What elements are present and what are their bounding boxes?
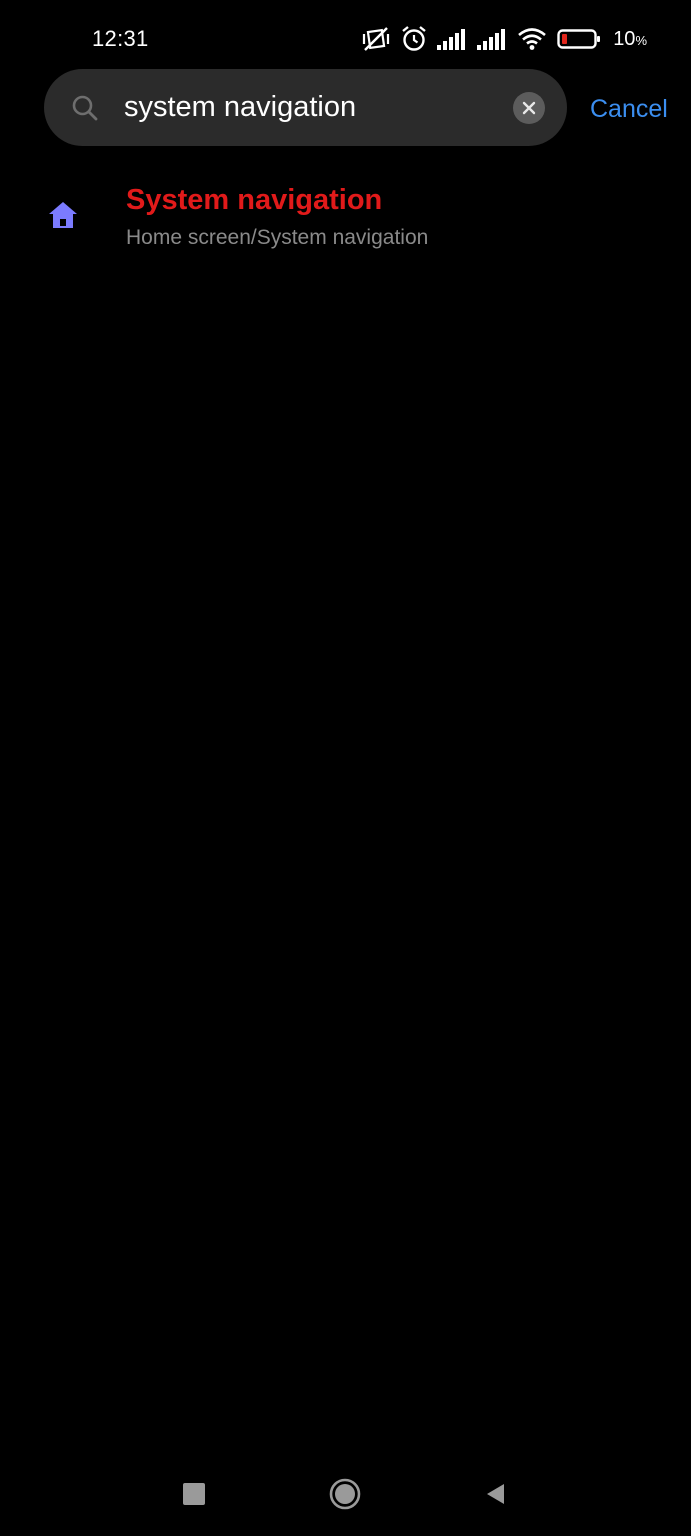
search-bar[interactable] xyxy=(44,69,567,146)
home-circle-icon[interactable] xyxy=(329,1478,361,1510)
status-icons: 10% xyxy=(361,24,647,54)
battery-percent: 10% xyxy=(613,27,647,50)
status-bar: 12:31 10% xyxy=(0,0,691,78)
navigation-bar xyxy=(0,1452,691,1536)
mute-vibrate-icon xyxy=(361,25,391,53)
battery-low-icon xyxy=(557,28,601,50)
recents-icon[interactable] xyxy=(183,1483,205,1505)
signal-icon xyxy=(437,28,467,50)
status-time: 12:31 xyxy=(92,26,149,51)
search-input[interactable] xyxy=(124,69,504,146)
wifi-icon xyxy=(517,27,547,51)
search-icon xyxy=(70,93,100,123)
result-title: System navigation xyxy=(126,184,383,216)
home-icon xyxy=(46,198,80,232)
alarm-icon xyxy=(401,25,427,53)
back-icon[interactable] xyxy=(484,1482,506,1506)
cancel-button[interactable]: Cancel xyxy=(590,95,668,124)
clear-search-button[interactable] xyxy=(513,92,545,124)
close-icon xyxy=(522,101,536,115)
result-path: Home screen/System navigation xyxy=(126,226,429,249)
signal-icon xyxy=(477,28,507,50)
search-result-item[interactable]: System navigation Home screen/System nav… xyxy=(0,170,691,265)
